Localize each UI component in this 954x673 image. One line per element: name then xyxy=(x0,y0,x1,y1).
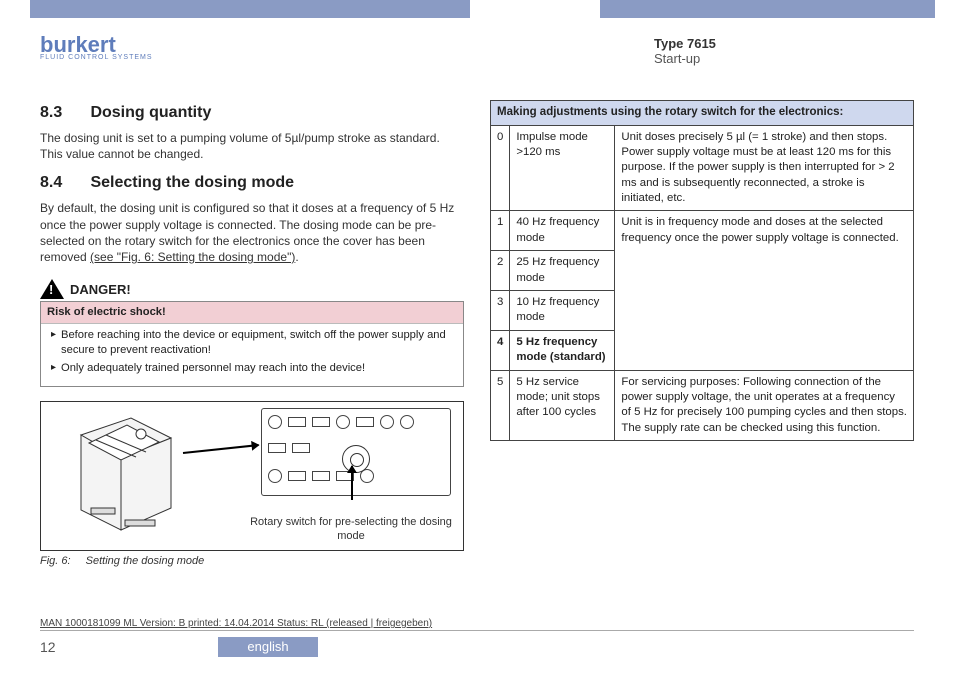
table-row: 1 40 Hz frequency mode Unit is in freque… xyxy=(491,211,914,251)
heading-8-3: 8.3 Dosing quantity xyxy=(40,104,464,122)
danger-item: Before reaching into the device or equip… xyxy=(51,328,457,358)
para-text: . xyxy=(295,250,298,264)
cell-pos: 5 xyxy=(491,370,510,441)
language-tab: english xyxy=(218,637,318,657)
danger-title: Risk of electric shock! xyxy=(41,302,463,324)
device-iso-drawing xyxy=(61,410,191,540)
table-row: 0 Impulse mode >120 ms Unit doses precis… xyxy=(491,125,914,211)
doc-section: Start-up xyxy=(654,51,914,66)
figure-6: Rotary switch for pre-selecting the dosi… xyxy=(40,401,464,551)
logo-subtext: FLUID CONTROL SYSTEMS xyxy=(40,54,180,61)
heading-title: Dosing quantity xyxy=(90,104,211,121)
arrow-up-icon xyxy=(351,466,353,500)
heading-num: 8.4 xyxy=(40,174,86,192)
cell-mode: 5 Hz service mode; unit stops after 100 … xyxy=(510,370,615,441)
cell-pos: 2 xyxy=(491,251,510,291)
page-number: 12 xyxy=(40,639,56,655)
danger-list: Before reaching into the device or equip… xyxy=(41,324,463,385)
cell-desc: Unit doses precisely 5 µl (= 1 stroke) a… xyxy=(615,125,914,211)
para-8-4: By default, the dosing unit is configure… xyxy=(40,200,464,265)
cell-pos: 0 xyxy=(491,125,510,211)
danger-block: DANGER! Risk of electric shock! Before r… xyxy=(40,279,464,386)
warning-triangle-icon xyxy=(40,279,64,299)
figure-title: Setting the dosing mode xyxy=(86,555,205,567)
heading-8-4: 8.4 Selecting the dosing mode xyxy=(40,174,464,192)
para-8-3: The dosing unit is set to a pumping volu… xyxy=(40,130,464,162)
heading-title: Selecting the dosing mode xyxy=(90,174,294,191)
cell-mode: 40 Hz frequency mode xyxy=(510,211,615,251)
arrow-icon xyxy=(183,444,259,454)
figure-number: Fig. 6: xyxy=(40,555,71,567)
rotary-switch-table: Making adjustments using the rotary swit… xyxy=(490,100,914,441)
doc-type: Type 7615 xyxy=(654,36,914,51)
cell-pos: 3 xyxy=(491,291,510,331)
heading-num: 8.3 xyxy=(40,104,86,122)
table-row: 5 5 Hz service mode; unit stops after 10… xyxy=(491,370,914,441)
cell-mode: 5 Hz frequency mode (standard) xyxy=(510,330,615,370)
figure-sublabel: Rotary switch for pre-selecting the dosi… xyxy=(241,516,461,544)
cell-mode: 25 Hz frequency mode xyxy=(510,251,615,291)
cell-pos: 4 xyxy=(491,330,510,370)
footer-metadata: MAN 1000181099 ML Version: B printed: 14… xyxy=(40,618,914,631)
cell-mode: Impulse mode >120 ms xyxy=(510,125,615,211)
top-tab-left xyxy=(30,0,470,18)
danger-label: DANGER! xyxy=(70,282,131,297)
cell-desc: Unit is in frequency mode and doses at t… xyxy=(615,211,914,370)
figure-link[interactable]: (see "Fig. 6: Setting the dosing mode") xyxy=(90,250,295,264)
page-header: burkert FLUID CONTROL SYSTEMS Type 7615 … xyxy=(40,36,914,66)
figure-caption: Fig. 6: Setting the dosing mode xyxy=(40,555,464,567)
top-tab-right xyxy=(600,0,935,18)
brand-logo: burkert FLUID CONTROL SYSTEMS xyxy=(40,36,180,66)
electronics-panel-drawing xyxy=(261,408,451,496)
cell-desc: For servicing purposes: Following connec… xyxy=(615,370,914,441)
table-header: Making adjustments using the rotary swit… xyxy=(491,101,914,126)
danger-item: Only adequately trained personnel may re… xyxy=(51,361,457,376)
cell-pos: 1 xyxy=(491,211,510,251)
cell-mode: 10 Hz frequency mode xyxy=(510,291,615,331)
